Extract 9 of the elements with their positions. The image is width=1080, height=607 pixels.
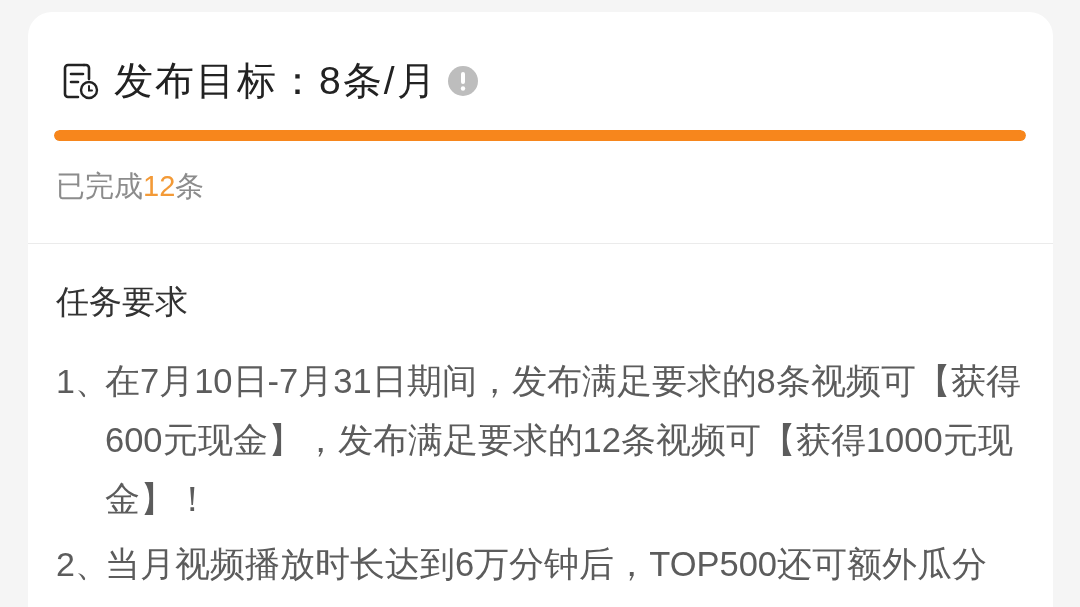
- completed-count-text: 已完成12条: [56, 169, 205, 203]
- goal-title: 发布目标：8条/月: [114, 58, 438, 104]
- info-icon[interactable]: [447, 66, 478, 96]
- requirement-text: 当月视频播放时长达到6万分钟后，TOP500还可额外瓜分: [105, 544, 989, 585]
- requirement-text: 在7月10日-7月31日期间，发布满足要求的8条视频可【获得600元现金】，发布满足要求的12条视频可【获得1000元现金】！: [105, 361, 1022, 520]
- document-clock-icon: [62, 62, 99, 100]
- list-number: 2、: [56, 544, 105, 585]
- list-number: 1、: [56, 361, 105, 402]
- requirements-heading: 任务要求: [56, 282, 188, 322]
